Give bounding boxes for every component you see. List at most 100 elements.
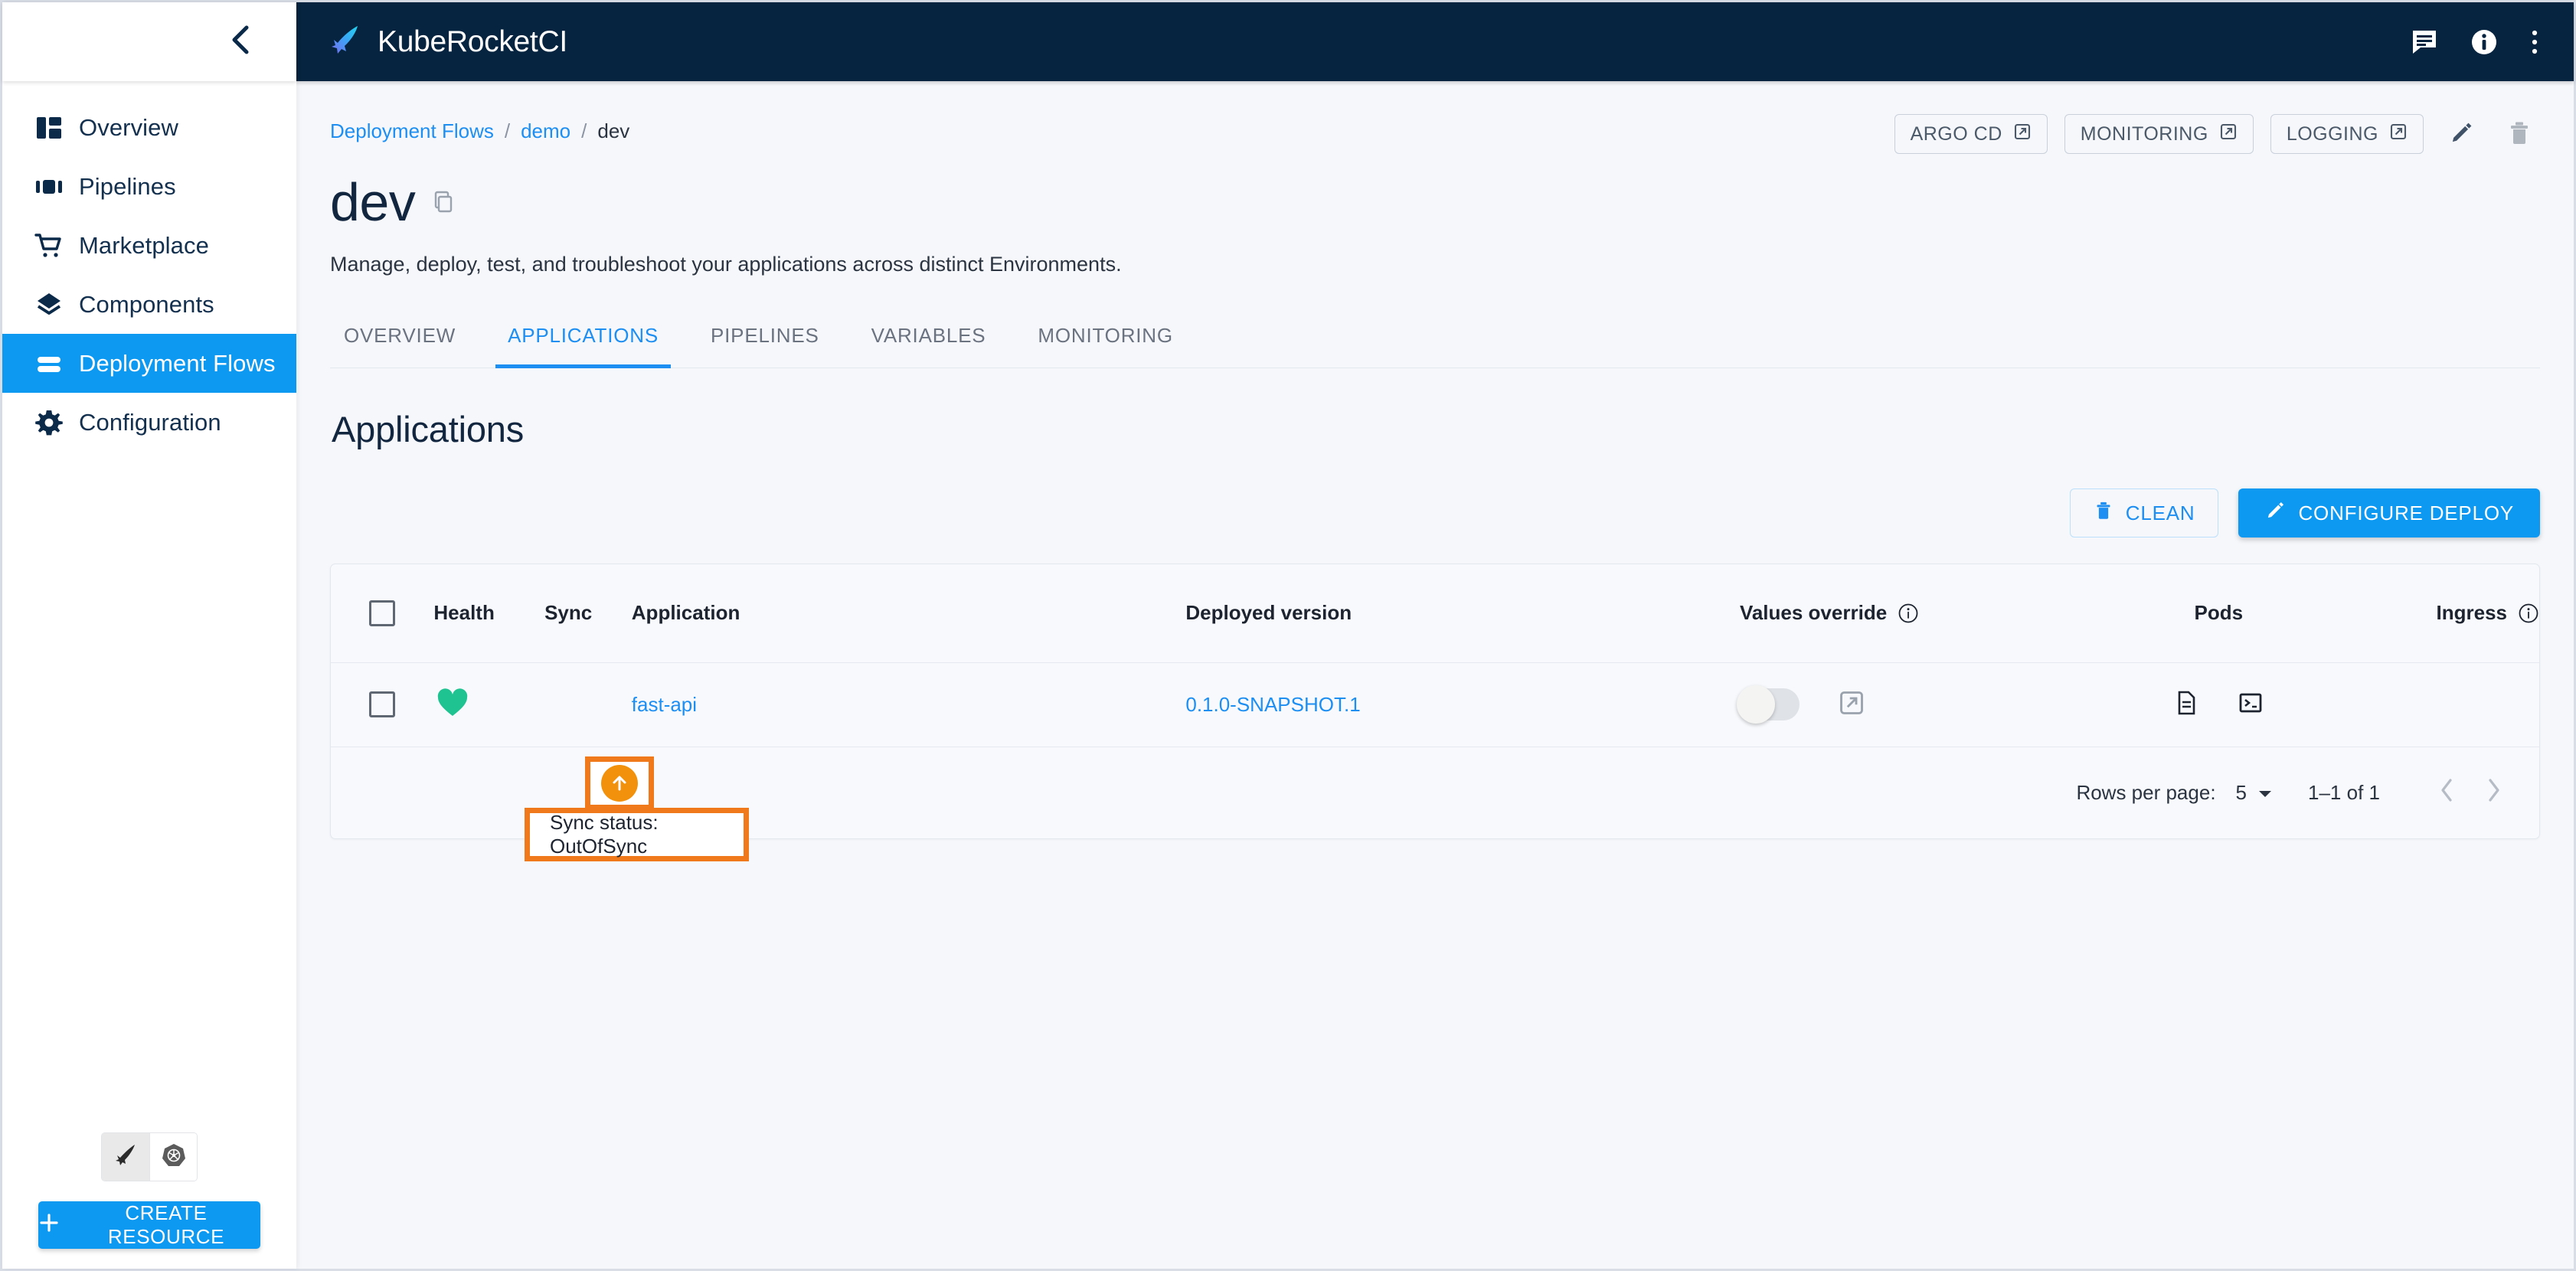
sidebar-item-components[interactable]: Components [2,275,296,334]
external-link-icon[interactable] [1838,689,1865,720]
terminal-icon[interactable] [2238,690,2264,720]
argo-cd-button[interactable]: ARGO CD [1894,114,2048,154]
configure-deploy-button[interactable]: CONFIGURE DEPLOY [2238,488,2540,537]
logging-button[interactable]: LOGGING [2270,114,2424,154]
info-circle-icon[interactable] [1898,603,1919,624]
sidebar: Overview Pipelines Marketplace Component… [2,2,296,1269]
sync-status-tooltip-text: Sync status: OutOfSync [550,811,659,858]
sidebar-item-deployment-flows[interactable]: Deployment Flows [2,334,296,393]
header-version-label: Deployed version [1185,601,1352,625]
pagination-next-button[interactable] [2470,769,2518,817]
sidebar-item-label: Components [79,290,214,318]
edit-button[interactable] [2440,113,2482,155]
pencil-icon [2264,500,2286,527]
row-pods-cell [2087,662,2349,747]
breadcrumb-item-deployment-flows[interactable]: Deployment Flows [330,119,494,143]
external-link-icon [2219,123,2238,146]
header-sync-label: Sync [544,601,593,625]
table-row[interactable]: fast-api 0.1.0-SNAPSHOT.1 [331,662,2539,747]
breadcrumb-item-demo[interactable]: demo [521,119,570,143]
rows-per-page-select[interactable]: 5 [2236,781,2273,805]
delete-button[interactable] [2499,113,2540,155]
pagination-range: 1–1 of 1 [2308,781,2380,804]
sidebar-collapse-button[interactable] [220,22,260,62]
argo-cd-label: ARGO CD [1910,123,2002,145]
brand[interactable]: KubeRocketCI [329,23,567,60]
create-resource-button[interactable]: CREATE RESOURCE [38,1201,260,1249]
table-head: Health Sync Application Deployed version [331,564,2539,662]
clean-label: CLEAN [2125,501,2195,524]
cluster-button-krci[interactable] [102,1133,149,1181]
tab-overview[interactable]: OVERVIEW [330,316,482,368]
chevron-right-icon [2486,778,2502,808]
sidebar-header [2,2,296,81]
plus-icon [38,1212,60,1239]
sync-status-tooltip: Sync status: OutOfSync [525,808,749,861]
header-application-label: Application [631,601,740,625]
sidebar-item-label: Pipelines [79,172,176,200]
external-link-icon [2389,123,2408,146]
breadcrumb-separator: / [504,119,511,142]
kubernetes-icon [161,1142,187,1172]
caret-down-icon [2257,781,2273,805]
chat-icon[interactable] [2410,28,2439,57]
page-content: Deployment Flows / demo / dev ARGO CD MO… [296,81,2574,1269]
header-actions: ARGO CD MONITORING LOGGING [1894,113,2540,155]
row-ingress-cell [2349,662,2539,747]
tab-pipelines[interactable]: PIPELINES [685,316,845,368]
header-health-label: Health [433,601,495,625]
header-values-override: Values override [1740,564,2088,662]
deployment-flows-icon [19,348,79,379]
monitoring-button[interactable]: MONITORING [2064,114,2254,154]
breadcrumb: Deployment Flows / demo / dev [330,113,629,143]
cart-icon [19,230,79,261]
sync-status-highlight[interactable] [585,756,654,810]
application-link[interactable]: fast-api [632,693,697,716]
breadcrumb-separator: / [581,119,587,142]
breadcrumb-item-dev: dev [597,119,630,142]
top-bar: KubeRocketCI [296,2,2574,81]
row-checkbox[interactable] [369,691,396,718]
pencil-icon [2448,120,2474,149]
document-icon[interactable] [2173,690,2199,720]
row-sync-cell[interactable] [544,662,632,747]
arrow-up-circle-icon [601,765,638,802]
info-icon[interactable] [2470,28,2499,57]
topbar-icons [2410,28,2540,57]
row-application-cell: fast-api [631,662,1186,747]
header-sync: Sync [544,564,632,662]
select-all-checkbox[interactable] [369,600,396,626]
tab-variables[interactable]: VARIABLES [845,316,1012,368]
copy-icon[interactable] [432,190,456,214]
header-ingress-label: Ingress [2436,601,2508,625]
header-pods: Pods [2088,564,2349,662]
external-link-icon [2013,123,2032,146]
header-health: Health [433,564,544,662]
deployed-version-link[interactable]: 0.1.0-SNAPSHOT.1 [1185,693,1360,716]
trash-icon [2506,120,2532,149]
sidebar-item-configuration[interactable]: Configuration [2,393,296,452]
page-description: Manage, deploy, test, and troubleshoot y… [330,253,1122,276]
configure-deploy-label: CONFIGURE DEPLOY [2298,501,2514,524]
info-circle-icon[interactable] [2518,603,2539,624]
pagination-prev-button[interactable] [2423,769,2470,817]
cluster-switcher [101,1132,198,1181]
values-override-toggle[interactable] [1736,685,1800,724]
chevron-left-icon [230,25,250,59]
chevron-left-icon [2439,778,2454,808]
cluster-button-kubernetes[interactable] [149,1133,197,1181]
sidebar-item-marketplace[interactable]: Marketplace [2,216,296,275]
breadcrumb-row: Deployment Flows / demo / dev ARGO CD MO… [330,81,2540,155]
sidebar-item-overview[interactable]: Overview [2,98,296,157]
heart-icon [436,688,469,722]
clean-button[interactable]: CLEAN [2069,488,2219,537]
tab-monitoring[interactable]: MONITORING [1012,316,1199,368]
pipelines-icon [19,172,79,202]
more-vertical-icon[interactable] [2529,28,2540,57]
sidebar-item-pipelines[interactable]: Pipelines [2,157,296,216]
sidebar-nav: Overview Pipelines Marketplace Component… [2,81,296,1132]
layers-icon [19,289,79,320]
tab-applications[interactable]: APPLICATIONS [482,316,685,368]
sidebar-item-label: Marketplace [79,231,209,259]
row-version-cell: 0.1.0-SNAPSHOT.1 [1185,662,1740,747]
